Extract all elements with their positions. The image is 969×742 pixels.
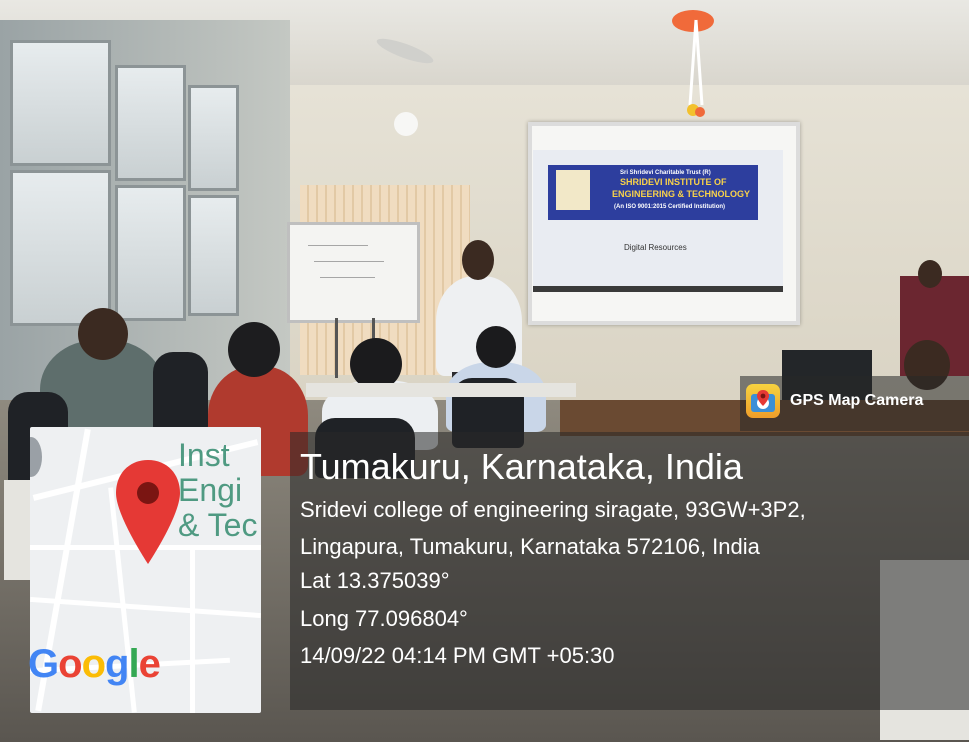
window-pane [188,195,239,316]
location-title: Tumakuru, Karnataka, India [300,446,743,487]
google-logo-letter: l [128,642,139,686]
latitude: Lat 13.375039° [300,568,450,593]
google-logo-letter: e [138,642,161,686]
institute-logo [556,170,590,210]
decoration-garland [687,19,705,117]
pin-body [116,460,180,564]
google-logo-letter: g [105,642,129,686]
banner-iso: (An ISO 9001:2015 Certified Institution) [614,204,726,210]
google-logo-letter: o [58,642,82,686]
map-place-label: Inst Engi & Tec [178,437,258,543]
audience-head [78,308,128,360]
map-road [30,596,261,619]
timestamp: 14/09/22 04:14 PM GMT +05:30 [300,643,615,668]
google-logo: Google [28,642,161,687]
board-writing [320,277,375,278]
board-writing [314,261,384,262]
map-road [190,547,195,713]
whiteboard-stand [335,318,338,378]
badge-label: GPS Map Camera [790,392,924,409]
board-writing [308,245,368,246]
whiteboard [287,222,420,323]
projected-page-title: Digital Resources [624,243,687,252]
projected-taskbar [533,286,783,292]
person-head [918,260,942,288]
banner-line-2: ENGINEERING & TECHNOLOGY [612,189,751,199]
wall-lamp [394,112,418,136]
longitude: Long 77.096804° [300,606,468,631]
banner-line-1: SHRIDEVI INSTITUTE OF [620,177,727,187]
desk [306,383,576,397]
gps-map-camera-icon [746,384,780,418]
map-marker-edge [30,437,42,477]
chair [153,352,208,432]
pin-dot [137,482,159,504]
window-pane [115,185,186,321]
window-pane [115,65,186,181]
window-pane [10,170,111,326]
google-logo-letter: G [28,642,59,686]
address-line-2: Lingapura, Tumakuru, Karnataka 572106, I… [300,534,760,559]
camera-pin-icon [751,390,775,412]
window-pane [10,40,111,166]
audience-head [228,322,280,377]
address-line-1: Sridevi college of engineering siragate,… [300,497,806,522]
window-pane [188,85,239,191]
google-logo-letter: o [81,642,106,686]
presenter-head [462,240,494,280]
map-pin-icon [116,460,180,564]
audience-head [476,326,516,368]
